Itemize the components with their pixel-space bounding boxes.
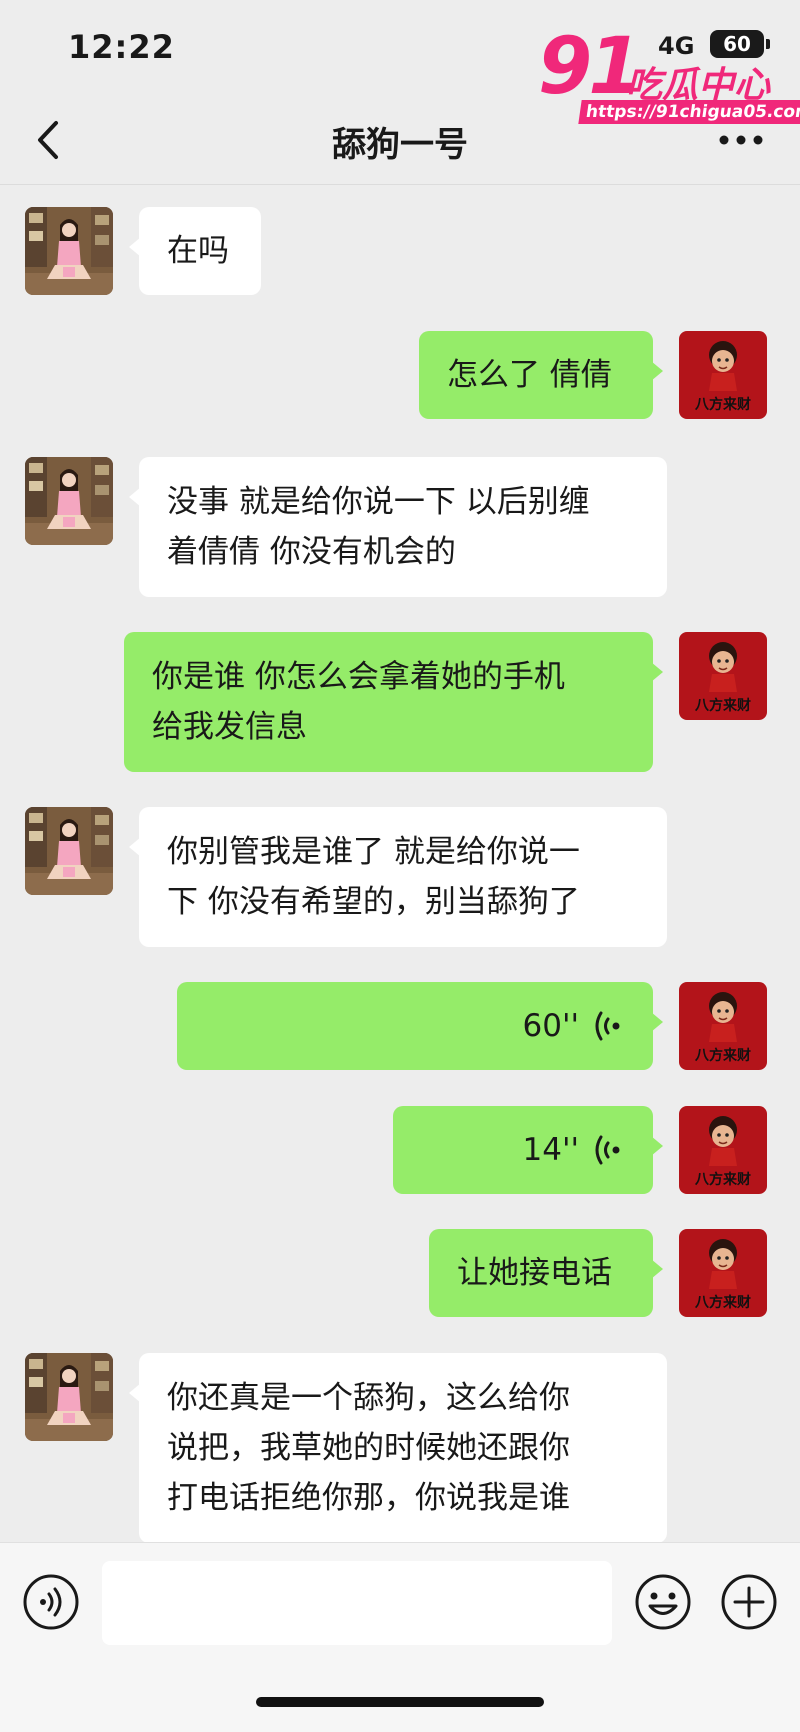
incoming-message[interactable]: 你还真是一个舔狗，这么给你 说把，我草她的时候她还跟你 打电话拒绝你那，你说我是谁 bbox=[129, 1353, 667, 1543]
voice-wave-icon bbox=[595, 1133, 625, 1167]
message-text-line: 在吗 bbox=[167, 233, 229, 269]
self-avatar[interactable]: 八方来财 bbox=[679, 632, 767, 720]
watermark-number: 91 bbox=[538, 22, 643, 112]
svg-text:八方来财: 八方来财 bbox=[694, 1294, 751, 1311]
contact-avatar[interactable] bbox=[25, 207, 113, 295]
contact-avatar[interactable] bbox=[25, 457, 113, 545]
message-text-line: 你还真是一个舔狗，这么给你 bbox=[167, 1380, 570, 1416]
message-text-line: 怎么了 倩倩 bbox=[447, 357, 612, 393]
incoming-message[interactable]: 在吗 bbox=[129, 207, 261, 295]
self-avatar[interactable]: 八方来财 bbox=[679, 1106, 767, 1194]
message-text-line: 下 你没有希望的，别当舔狗了 bbox=[167, 884, 580, 920]
voice-duration: 14'' bbox=[522, 1132, 580, 1168]
message-text-line: 没事 就是给你说一下 以后别缠 bbox=[167, 484, 590, 520]
message-text-line: 你是谁 你怎么会拿着她的手机 bbox=[152, 659, 565, 695]
plus-circle-icon[interactable] bbox=[720, 1573, 778, 1631]
svg-text:八方来财: 八方来财 bbox=[694, 1171, 751, 1188]
self-avatar[interactable]: 八方来财 bbox=[679, 1229, 767, 1317]
message-input[interactable] bbox=[102, 1561, 612, 1645]
svg-text:八方来财: 八方来财 bbox=[694, 697, 751, 714]
voice-input-icon[interactable] bbox=[22, 1573, 80, 1631]
watermark-logo: 91 吃瓜中心 https://91chigua05.com bbox=[538, 22, 800, 128]
self-avatar[interactable]: 八方来财 bbox=[679, 331, 767, 419]
voice-message[interactable]: 60'' bbox=[177, 982, 663, 1070]
message-text-line: 让她接电话 bbox=[457, 1255, 612, 1291]
status-time: 12:22 bbox=[68, 28, 175, 66]
contact-avatar[interactable] bbox=[25, 807, 113, 895]
message-text-line: 说把，我草她的时候她还跟你 bbox=[167, 1430, 570, 1466]
message-text-line: 你别管我是谁了 就是给你说一 bbox=[167, 834, 580, 870]
more-dots-icon[interactable] bbox=[716, 125, 766, 155]
input-bar bbox=[0, 1542, 800, 1732]
home-indicator bbox=[256, 1697, 544, 1707]
self-avatar[interactable]: 八方来财 bbox=[679, 982, 767, 1070]
incoming-message[interactable]: 没事 就是给你说一下 以后别缠 着倩倩 你没有机会的 bbox=[129, 457, 667, 597]
outgoing-message[interactable]: 你是谁 你怎么会拿着她的手机 给我发信息 bbox=[124, 632, 663, 772]
message-text-line: 给我发信息 bbox=[152, 709, 307, 745]
svg-text:八方来财: 八方来财 bbox=[694, 396, 751, 413]
message-text-line: 着倩倩 你没有机会的 bbox=[167, 534, 456, 570]
message-text-line: 打电话拒绝你那，你说我是谁 bbox=[167, 1480, 570, 1516]
incoming-message[interactable]: 你别管我是谁了 就是给你说一下 你没有希望的，别当舔狗了 bbox=[129, 807, 667, 947]
voice-wave-icon bbox=[595, 1009, 625, 1043]
voice-duration: 60'' bbox=[522, 1008, 580, 1044]
svg-text:八方来财: 八方来财 bbox=[694, 1047, 751, 1064]
watermark-url: https://91chigua05.com bbox=[578, 100, 800, 124]
outgoing-message[interactable]: 让她接电话 bbox=[429, 1229, 663, 1317]
outgoing-message[interactable]: 怎么了 倩倩 bbox=[419, 331, 663, 419]
emoji-icon[interactable] bbox=[634, 1573, 692, 1631]
contact-avatar[interactable] bbox=[25, 1353, 113, 1441]
voice-message[interactable]: 14'' bbox=[393, 1106, 663, 1194]
